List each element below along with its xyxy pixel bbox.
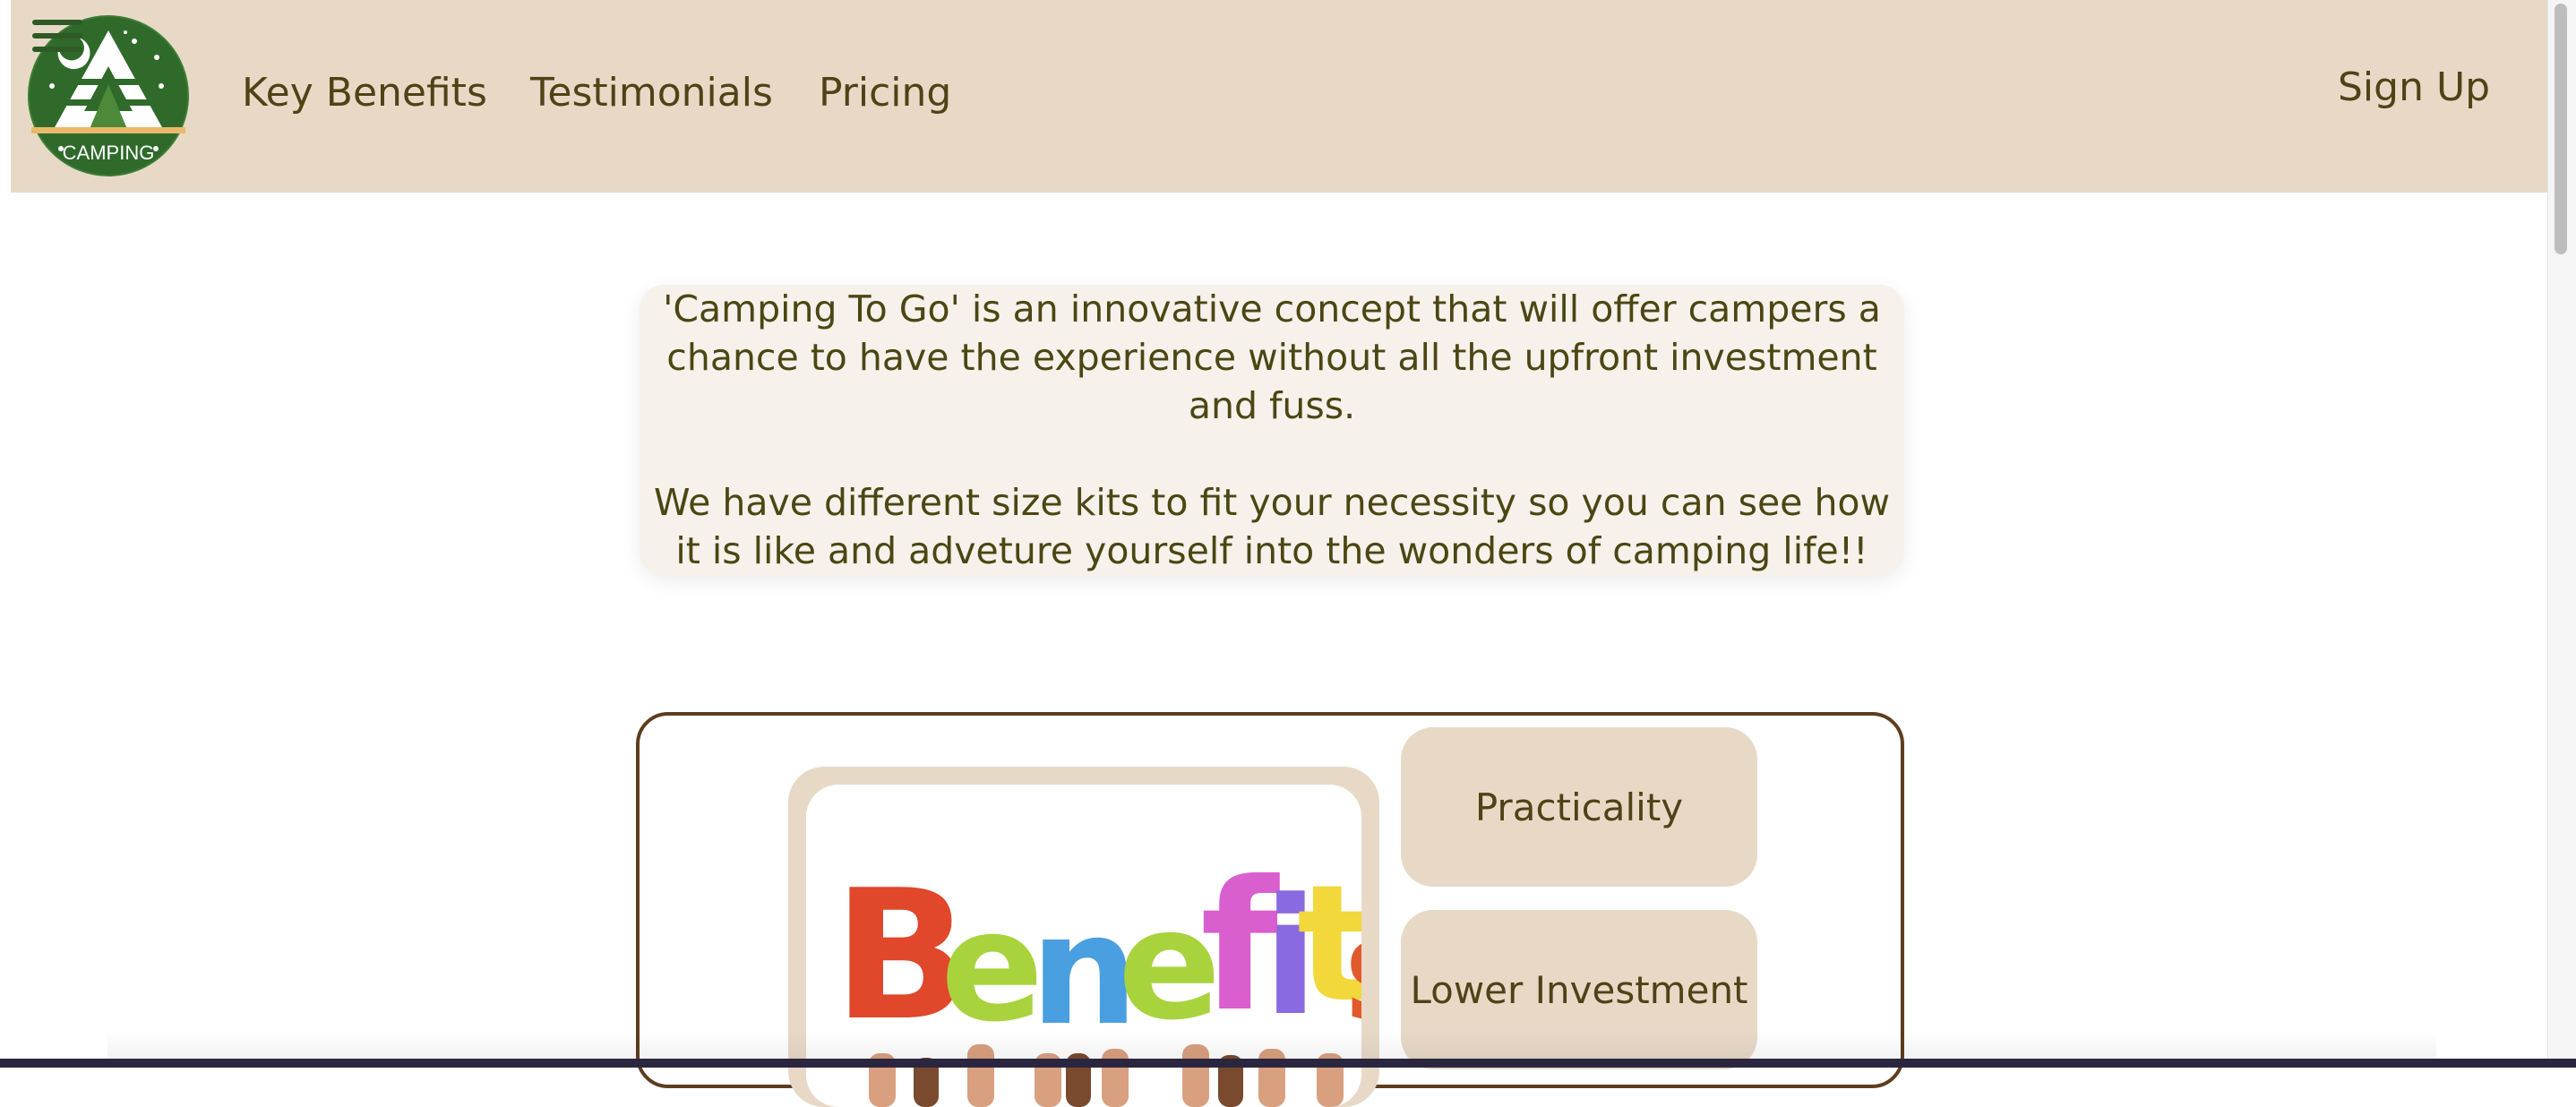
scrollbar-thumb[interactable] [2555,4,2567,254]
nav-pricing[interactable]: Pricing [819,70,951,116]
benefit-practicality[interactable]: Practicality [1401,727,1757,887]
sign-up-button[interactable]: Sign Up [2338,64,2490,110]
hamburger-menu-icon[interactable] [32,20,82,57]
top-navbar: CAMPING Key Benefits Testimonials Pricin… [11,0,2547,193]
logo-text: CAMPING [63,142,155,164]
nav-testimonials[interactable]: Testimonials [530,70,773,116]
intro-card: 'Camping To Go' is an innovative concept… [640,285,1904,576]
intro-paragraph-1: 'Camping To Go' is an innovative concept… [663,287,1881,427]
bottom-shadow [107,1030,2436,1059]
intro-paragraph-2: We have different size kits to fit your … [653,481,1891,572]
bottom-edge [0,1059,2576,1068]
nav-key-benefits[interactable]: Key Benefits [242,70,487,116]
svg-text:s: s [1344,886,1361,1053]
